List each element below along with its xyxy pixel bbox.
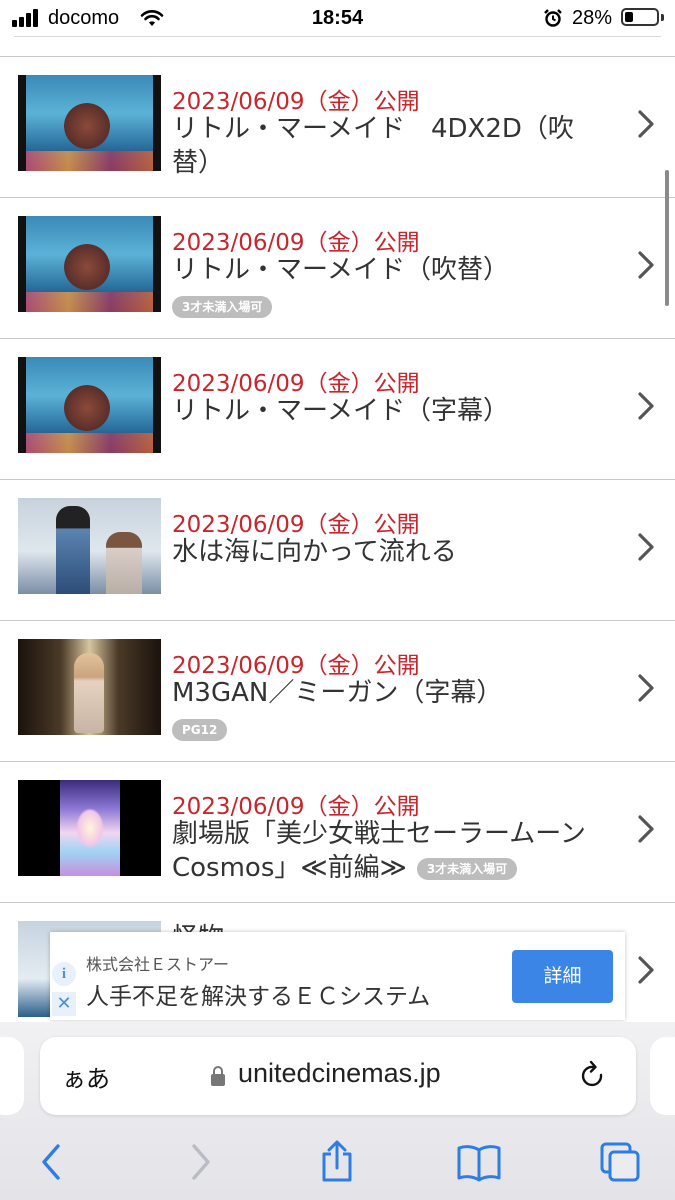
browser-toolbar: ぁあ unitedcinemas.jp [0,1022,675,1200]
movie-title-text: 水は海に向かって流れる [172,537,457,567]
bookmarks-icon[interactable] [456,1140,502,1184]
ad-headline: 人手不足を解決するＥＣシステム [86,984,431,1010]
rating-badge: 3才未満入場可 [416,857,518,880]
battery-percentage: 28% [572,7,613,29]
url-text[interactable]: unitedcinemas.jp [238,1058,441,1089]
movie-thumbnail [18,357,161,453]
tabs-icon[interactable] [598,1140,642,1184]
status-bar: docomo 18:54 28% [0,0,675,38]
movie-title: 水は海に向かって流れる [172,535,612,569]
badge-row: 3才未満入場可 [172,296,273,318]
movie-list-item[interactable]: 2023/06/09（金）公開 リトル・マーメイド（吹替） 3才未満入場可 [0,198,675,339]
address-bar[interactable]: ぁあ unitedcinemas.jp [40,1037,636,1115]
movie-title-text: M3GAN／ミーガン（字幕） [172,678,503,708]
chevron-right-icon[interactable] [635,109,657,139]
divider [14,36,661,37]
chevron-right-icon[interactable] [635,391,657,421]
movie-thumbnail [18,498,161,594]
next-tab-preview[interactable] [650,1037,675,1115]
movie-title-text: リトル・マーメイド（吹替） [172,255,509,285]
movie-list: 2023/06/09（金）公開 リトル・マーメイド 4DX2D（吹替） 2023/0… [0,56,675,1044]
release-date: 2023/06/09（金）公開 [172,653,420,679]
release-date: 2023/06/09（金）公開 [172,230,420,256]
movie-list-item[interactable]: 2023/06/09（金）公開 リトル・マーメイド（字幕） [0,339,675,480]
text-size-button[interactable]: ぁあ [62,1059,110,1094]
movie-thumbnail [18,780,161,876]
ad-company: 株式会社Ｅストアー [86,955,230,974]
movie-list-item[interactable]: 2023/06/09（金）公開 リトル・マーメイド 4DX2D（吹替） [0,57,675,198]
movie-thumbnail [18,75,161,171]
movie-thumbnail [18,216,161,312]
movie-title-text: 劇場版「美少女戦士セーラームーンCosmos」≪前編≫ [172,819,586,883]
chevron-right-icon[interactable] [635,250,657,280]
release-date: 2023/06/09（金）公開 [172,371,420,397]
movie-title: リトル・マーメイド（字幕） [172,394,612,428]
battery-icon [621,8,659,26]
movie-list-item[interactable]: 2023/06/09（金）公開 水は海に向かって流れる [0,480,675,621]
chevron-right-icon[interactable] [635,673,657,703]
movie-title: リトル・マーメイド 4DX2D（吹替） [172,112,612,180]
scroll-indicator[interactable] [665,170,669,306]
previous-tab-preview[interactable] [0,1037,24,1115]
movie-title: リトル・マーメイド（吹替） [172,253,612,287]
lock-icon [211,1066,225,1086]
movie-title-text: リトル・マーメイド（字幕） [172,396,509,426]
movie-list-item[interactable]: 2023/06/09（金）公開 M3GAN／ミーガン（字幕） PG12 [0,621,675,762]
movie-list-item[interactable]: 2023/06/09（金）公開 劇場版「美少女戦士セーラームーンCosmos」≪前… [0,762,675,903]
badge-row: PG12 [172,719,228,741]
movie-title-text: リトル・マーメイド 4DX2D（吹替） [172,114,574,178]
release-date: 2023/06/09（金）公開 [172,89,420,115]
movie-title: 劇場版「美少女戦士セーラームーンCosmos」≪前編≫ 3才未満入場可 [172,817,612,885]
movie-title: M3GAN／ミーガン（字幕） [172,676,612,710]
ad-details-button[interactable]: 詳細 [512,950,613,1003]
release-date: 2023/06/09（金）公開 [172,512,420,538]
movie-thumbnail [18,639,161,735]
ad-banner[interactable]: i ✕ 株式会社Ｅストアー 人手不足を解決するＥＣシステム 詳細 [50,932,625,1020]
reload-icon[interactable] [578,1059,608,1093]
release-date: 2023/06/09（金）公開 [172,794,420,820]
chevron-right-icon[interactable] [635,955,657,985]
chevron-right-icon[interactable] [635,814,657,844]
back-icon[interactable] [38,1140,68,1184]
rating-badge: PG12 [172,719,228,741]
battery-cap [661,14,664,21]
chevron-right-icon[interactable] [635,532,657,562]
ad-info-icon[interactable]: i [52,962,76,986]
rating-badge: 3才未満入場可 [172,296,273,318]
ad-close-icon[interactable]: ✕ [52,992,76,1016]
alarm-icon [544,9,562,27]
share-icon[interactable] [318,1140,356,1184]
forward-icon[interactable] [184,1140,214,1184]
